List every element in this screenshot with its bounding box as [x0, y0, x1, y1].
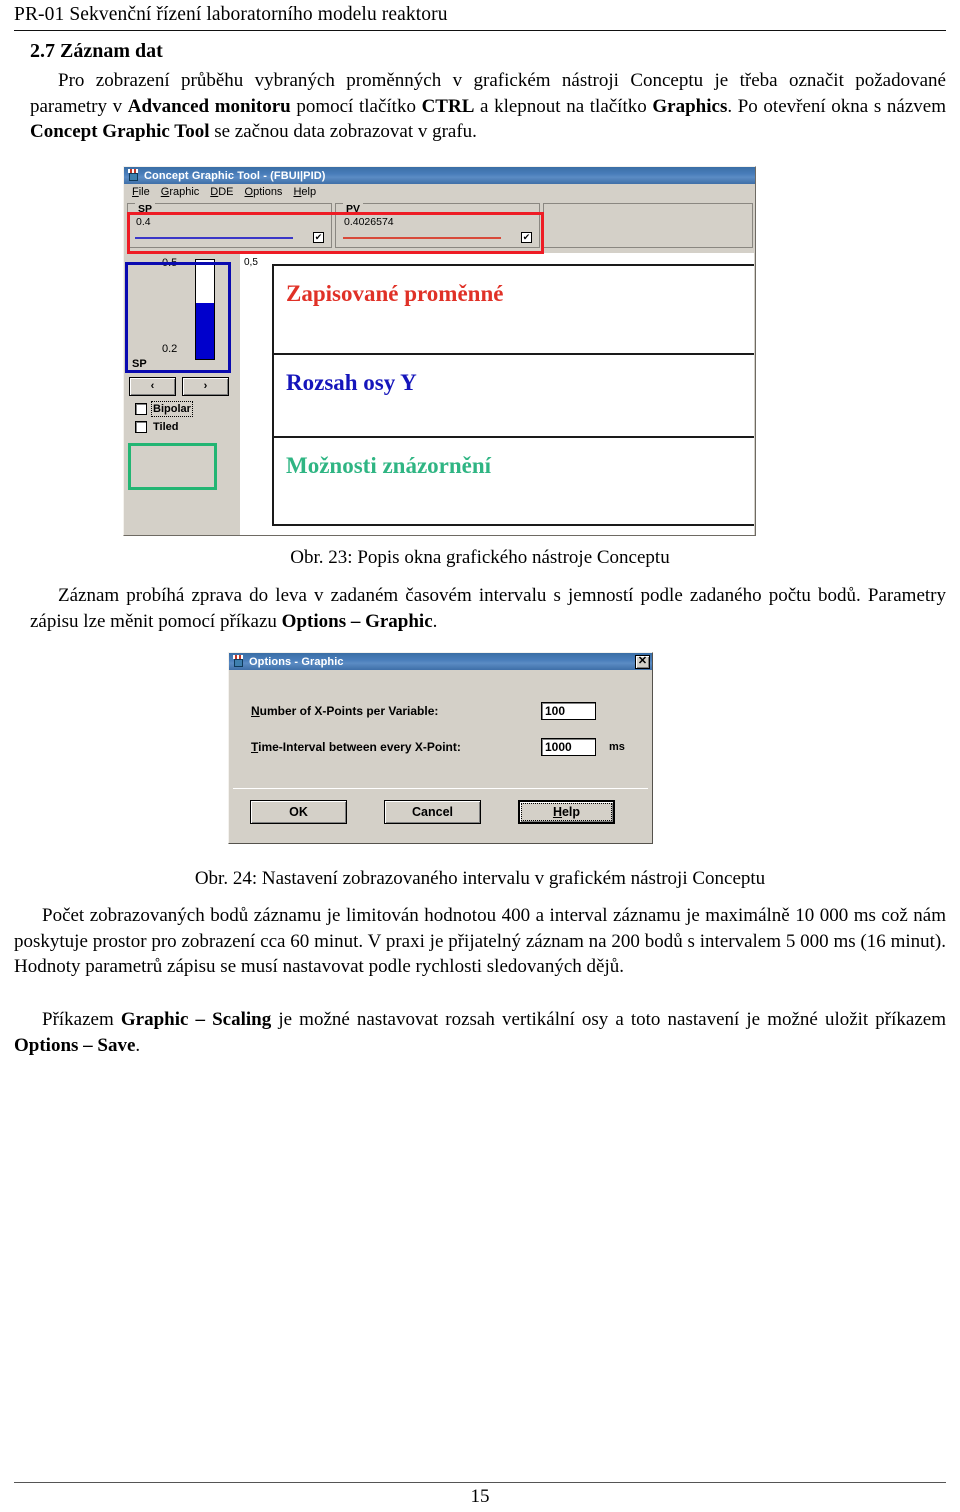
field-label-xpoints: Number of X-Points per Variable: [251, 704, 438, 718]
help-button-accel: H [552, 805, 562, 819]
p2-bold-options-graphic: Options – Graphic [281, 610, 433, 632]
help-button-label-rest: elp [561, 805, 581, 819]
close-icon[interactable]: ✕ [635, 654, 650, 669]
options-graphic-dialog[interactable]: Options - Graphic ✕ Number of X-Points p… [228, 652, 653, 844]
scale-arrow-buttons: ‹ › [129, 377, 230, 396]
checkbox-row-tiled[interactable]: Tiled [131, 421, 227, 433]
p1-bold-concept-graphic-tool: Concept Graphic Tool [30, 121, 210, 142]
help-button[interactable]: Help [518, 800, 615, 824]
footer-divider [14, 1482, 946, 1483]
checkbox-label-tiled: Tiled [153, 421, 179, 433]
p1-text-4: . Po otevření okna s názvem [727, 95, 946, 117]
p1-text-2: pomocí tlačítko [290, 95, 422, 117]
cancel-button[interactable]: Cancel [384, 800, 481, 824]
document-page: PR-01 Sekvenční řízení laboratorního mod… [0, 0, 960, 1512]
p1-bold-ctrl: CTRL [421, 95, 475, 117]
checkbox-tiled[interactable] [135, 421, 147, 433]
p4-bold-graphic-scaling: Graphic – Scaling [120, 1009, 272, 1030]
p4-text-3: . [135, 1034, 141, 1056]
annotation-label-y-axis-range: Rozsah osy Y [286, 370, 417, 395]
options-dialog-body: Number of X-Points per Variable: 100 Tim… [233, 675, 648, 789]
menu-item-help[interactable]: Help [293, 186, 316, 198]
ok-button[interactable]: OK [250, 800, 347, 824]
header-divider [14, 30, 946, 31]
paragraph-scaling: Příkazem Graphic – Scaling je možné nast… [14, 1007, 946, 1058]
field-input-interval[interactable]: 1000 [541, 738, 596, 756]
checkbox-bipolar[interactable] [135, 403, 147, 415]
p4-text-2: je možné nastavovat rozsah vertikální os… [271, 1009, 946, 1030]
p1-text-3: a klepnout na tlačítko [474, 95, 653, 117]
plot-gridline-bottom [272, 524, 754, 526]
field-label-interval: Time-Interval between every X-Point: [251, 740, 461, 754]
graph-plot-area[interactable]: 0,5 Zapisované proměnné Rozsah osy Y Mož… [240, 253, 754, 535]
scale-next-button[interactable]: › [182, 377, 229, 396]
p1-text-5: se začnou data zobrazovat v grafu. [209, 121, 477, 142]
paragraph-limits: Počet zobrazovaných bodů záznamu je limi… [14, 905, 946, 977]
figure-caption-24: Obr. 24: Nastavení zobrazovaného interva… [194, 868, 766, 889]
page-number: 15 [470, 1486, 490, 1507]
menu-item-options[interactable]: Options [245, 186, 283, 198]
field-label-interval-rest: ime-Interval between every X-Point: [258, 740, 461, 754]
graphic-tool-icon [232, 655, 245, 668]
field-row-xpoints: Number of X-Points per Variable: 100 [251, 702, 666, 720]
field-label-xpoints-accel: N [251, 704, 260, 718]
field-unit-interval: ms [609, 741, 625, 753]
help-button-inner: Help [520, 802, 613, 822]
menu-item-graphic[interactable]: Graphic [161, 186, 200, 198]
p2-text-2: . [432, 610, 438, 632]
checkbox-label-bipolar: Bipolar [151, 401, 193, 417]
section-title: 2.7 Záznam dat [30, 40, 163, 62]
options-dialog-titlebar[interactable]: Options - Graphic ✕ [229, 653, 652, 670]
concept-window-title: Concept Graphic Tool - (FBUI|PID) [144, 169, 326, 182]
checkbox-row-bipolar[interactable]: Bipolar [131, 401, 227, 417]
plot-gridline-mid2 [272, 436, 754, 438]
annotation-label-display-options: Možnosti znázornění [286, 453, 492, 478]
annotation-label-recorded-variables: Zapisované proměnné [286, 281, 504, 306]
plot-gridline-mid1 [272, 353, 754, 355]
figure-caption-23: Obr. 23: Popis okna grafického nástroje … [290, 547, 670, 568]
scale-prev-button[interactable]: ‹ [129, 377, 176, 396]
field-label-xpoints-rest: umber of X-Points per Variable: [259, 704, 439, 718]
paragraph-intro: Pro zobrazení průběhu vybraných proměnný… [30, 68, 946, 145]
annotation-box-y-axis-range [125, 262, 231, 373]
p1-bold-advanced-monitor: Advanced monitoru [127, 95, 291, 117]
paragraph-recording: Záznam probíhá zprava do leva v zadaném … [30, 583, 946, 634]
field-row-interval: Time-Interval between every X-Point: 100… [251, 738, 666, 756]
p1-bold-graphics: Graphics [652, 95, 728, 117]
menu-item-dde[interactable]: DDE [210, 186, 233, 198]
concept-menubar[interactable]: File Graphic DDE Options Help [124, 184, 755, 200]
p4-text-1: Příkazem [42, 1009, 121, 1030]
options-dialog-title: Options - Graphic [249, 655, 344, 668]
field-input-xpoints[interactable]: 100 [541, 702, 596, 720]
menu-item-file[interactable]: File [132, 186, 150, 198]
variable-group-empty[interactable] [543, 203, 753, 248]
annotation-box-display-options [128, 443, 217, 490]
options-dialog-button-row: OK Cancel Help [233, 800, 648, 824]
p4-bold-options-save: Options – Save [14, 1034, 136, 1056]
plot-gridline-top [272, 264, 754, 266]
p2-text-1: Záznam probíhá zprava do leva v zadaném … [30, 585, 946, 632]
plot-y-axis-top-label: 0,5 [244, 257, 258, 268]
concept-window-titlebar[interactable]: Concept Graphic Tool - (FBUI|PID) [124, 167, 755, 184]
annotation-box-recorded-variables [127, 212, 544, 254]
running-header: PR-01 Sekvenční řízení laboratorního mod… [14, 4, 448, 25]
graphic-tool-icon [127, 169, 140, 182]
plot-y-axis [272, 264, 274, 526]
